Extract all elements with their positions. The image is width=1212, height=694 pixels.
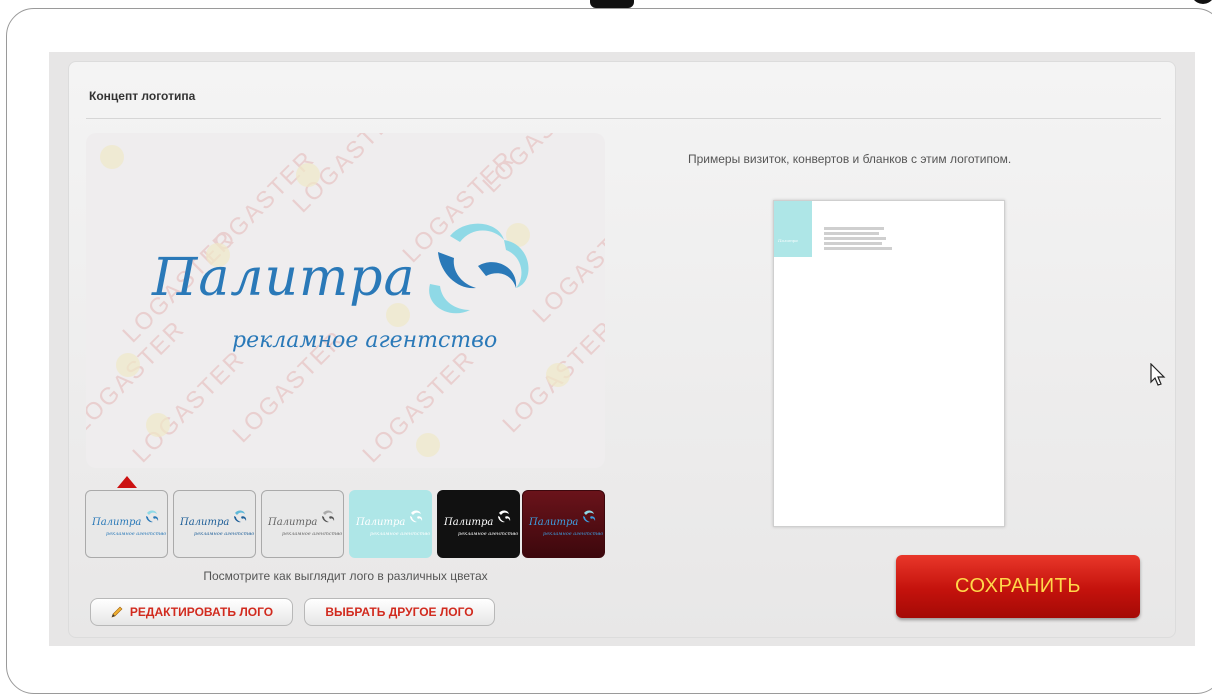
variant-swirl-icon — [498, 510, 511, 523]
top-glyph-right — [1188, 0, 1212, 4]
variant-swirl-icon — [322, 510, 335, 523]
variant-logo-tagline: рекламное агентство — [458, 531, 519, 537]
color-variant-6[interactable]: Палитра рекламное агентство — [522, 490, 605, 558]
letterhead-logo-block: Палитра — [774, 201, 812, 257]
watermark-dot — [146, 413, 170, 437]
color-variant-3[interactable]: Палитра рекламное агентство — [261, 490, 344, 558]
top-glyph — [590, 0, 634, 8]
watermark: LOGASTER — [477, 133, 601, 199]
watermark-dot — [546, 363, 570, 387]
variant-logo-name: Палитра — [529, 517, 579, 528]
letterhead-text-line — [824, 247, 892, 250]
color-variant-1[interactable]: Палитра рекламное агентство — [85, 490, 168, 558]
color-variant-2[interactable]: Палитра рекламное агентство — [173, 490, 256, 558]
watermark-dot — [116, 353, 140, 377]
variant-logo-tagline: рекламное агентство — [106, 531, 167, 537]
panel-divider — [86, 118, 1161, 119]
variant-logo-name: Палитра — [180, 517, 230, 528]
letterhead-text-line — [824, 227, 884, 230]
variant-swirl-icon — [410, 510, 423, 523]
edit-logo-button[interactable]: РЕДАКТИРОВАТЬ ЛОГО — [90, 598, 293, 626]
watermark-dot — [100, 145, 124, 169]
letterhead-example[interactable]: Палитра — [773, 200, 1005, 527]
logo-swirl-icon — [429, 223, 529, 314]
letterhead-text-line — [824, 237, 886, 240]
logo-name: Палитра — [152, 248, 416, 308]
variant-logo-tagline: рекламное агентство — [194, 531, 255, 537]
choose-another-logo-button[interactable]: ВЫБРАТЬ ДРУГОЕ ЛОГО — [304, 598, 495, 626]
variant-logo-name: Палитра — [92, 517, 142, 528]
save-button-label: СОХРАНИТЬ — [954, 575, 1081, 597]
variants-caption: Посмотрите как выглядит лого в различных… — [203, 569, 488, 583]
watermark-dot — [416, 433, 440, 457]
pencil-icon — [111, 606, 123, 618]
color-variant-5[interactable]: Палитра рекламное агентство — [437, 490, 520, 558]
variant-logo-tagline: рекламное агентство — [282, 531, 343, 537]
panel-title: Концепт логотипа — [89, 89, 196, 103]
watermark-dot — [296, 163, 320, 187]
mouse-pointer-icon — [1150, 363, 1166, 386]
logo-tagline: рекламное агентство — [232, 328, 498, 353]
examples-caption: Примеры визиток, конвертов и бланков с э… — [688, 152, 1012, 166]
variant-logo-name: Палитра — [444, 517, 494, 528]
variant-swirl-icon — [146, 510, 159, 523]
letterhead-text-line — [824, 232, 879, 235]
letterhead-logo-name: Палитра — [778, 238, 798, 243]
edit-logo-label: РЕДАКТИРОВАТЬ ЛОГО — [129, 605, 274, 619]
variant-swirl-icon — [583, 510, 596, 523]
selected-variant-indicator — [117, 476, 137, 488]
color-variant-4[interactable]: Палитра рекламное агентство — [349, 490, 432, 558]
choose-logo-label: ВЫБРАТЬ ДРУГОЕ ЛОГО — [325, 605, 474, 619]
letterhead-text-line — [824, 242, 882, 245]
variant-swirl-icon — [234, 510, 247, 523]
variant-logo-name: Палитра — [356, 517, 406, 528]
save-button[interactable]: СОХРАНИТЬ — [896, 555, 1140, 618]
variant-logo-name: Палитра — [268, 517, 318, 528]
variant-logo-tagline: рекламное агентство — [370, 531, 431, 537]
variant-logo-tagline: рекламное агентство — [543, 531, 604, 537]
